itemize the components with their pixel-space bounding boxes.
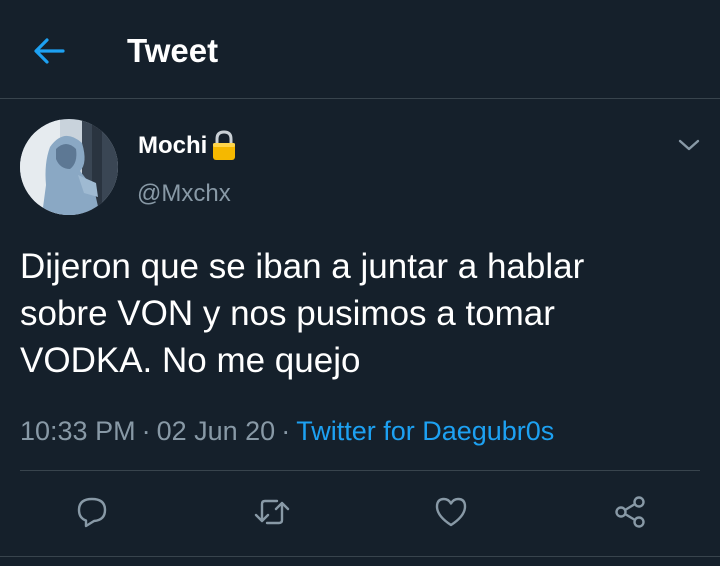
arrow-left-icon (34, 38, 65, 64)
share-button[interactable] (610, 492, 650, 532)
tweet-text-line: VODKA. No me quejo (20, 341, 361, 380)
divider (0, 556, 720, 557)
like-button[interactable] (431, 492, 471, 532)
author-display-name[interactable]: Mochi (138, 130, 238, 162)
tweet-detail-screen: Tweet Mochi @Mxchx Dijeron que se iban a… (0, 0, 720, 566)
back-button[interactable] (26, 30, 72, 72)
retweet-button[interactable] (252, 492, 292, 532)
avatar[interactable] (20, 119, 118, 215)
top-app-bar: Tweet (0, 0, 720, 99)
meta-separator: · (281, 416, 291, 446)
tweet-source-link[interactable]: Twitter for Daegubr0s (296, 416, 554, 446)
tweet-date: 02 Jun 20 (156, 416, 276, 446)
lock-icon (210, 130, 238, 162)
author-handle[interactable]: @Mxchx (137, 178, 231, 210)
tweet-text-line: sobre VON y nos pusimos a tomar (20, 294, 555, 333)
reply-button[interactable] (72, 492, 112, 532)
tweet-text-line: Dijeron que se iban a juntar a hablar (20, 247, 585, 286)
tweet-time: 10:33 PM (20, 416, 136, 446)
reply-icon (77, 497, 107, 528)
meta-separator: · (141, 416, 151, 446)
like-icon (435, 497, 467, 527)
avatar-image (20, 119, 118, 215)
retweet-icon (254, 499, 290, 525)
tweet-text: Dijeron que se iban a juntar a hablar so… (20, 243, 700, 384)
tweet-metadata: 10:33 PM · 02 Jun 20 · Twitter for Daegubr0s (20, 412, 554, 450)
more-options-button[interactable] (674, 131, 704, 159)
share-icon (615, 496, 645, 528)
page-title: Tweet (127, 32, 219, 69)
chevron-down-icon (678, 139, 700, 151)
author-name-text: Mochi (138, 132, 208, 159)
divider (20, 470, 700, 471)
